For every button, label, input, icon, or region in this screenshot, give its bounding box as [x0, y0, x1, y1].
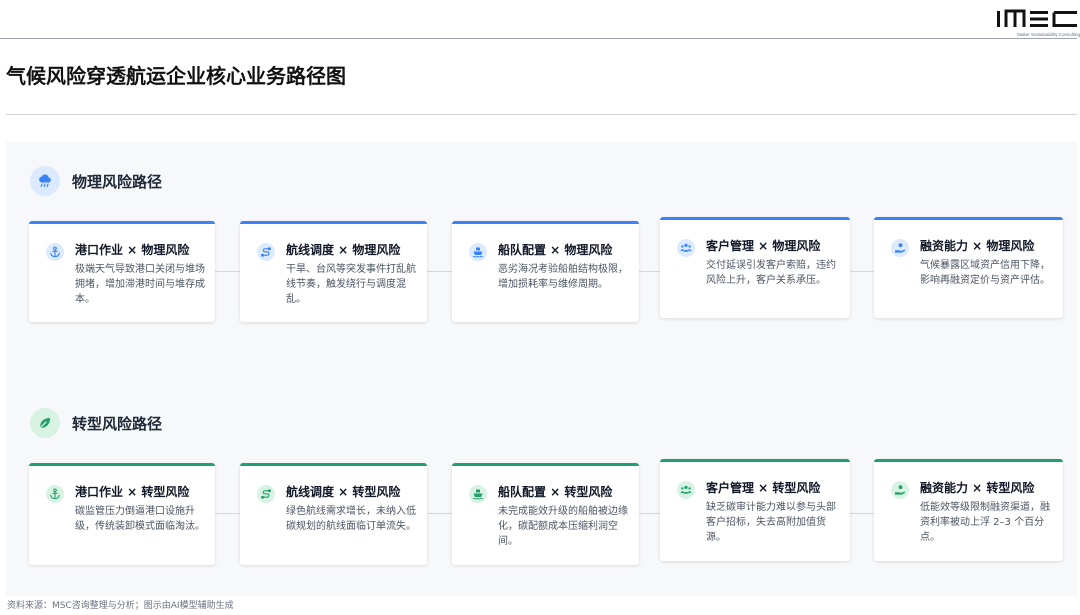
hand-coin-icon: [891, 239, 909, 257]
risk-path-card: 融资能力 × 转型风险低能效等级限制融资渠道，融资利率被动上浮 2–3 个百分点…: [874, 459, 1063, 561]
anchor-icon: [46, 485, 64, 503]
logo-tagline: Maker Sustainability Consulting: [1017, 32, 1080, 37]
title-divider: [6, 114, 1077, 115]
risk-path-card: 客户管理 × 转型风险缺乏碳审计能力难以参与头部客户招标，失去高附加值货源。: [660, 459, 850, 561]
card-accent-bar: [874, 459, 1063, 462]
page-title: 气候风险穿透航运企业核心业务路径图: [6, 64, 346, 88]
card-description: 干旱、台风等突发事件打乱航线节奏，触发绕行与调度混乱。: [286, 264, 416, 305]
card-description: 绿色航线需求增长，未纳入低碳规划的航线面临订单流失。: [286, 506, 416, 532]
card-accent-bar: [660, 217, 850, 220]
logo-wordmark: [997, 9, 1077, 27]
card-description: 交付延误引发客户索赔，违约风险上升，客户关系承压。: [706, 260, 836, 286]
card-description: 缺乏碳审计能力难以参与头部客户招标，失去高附加值货源。: [706, 502, 836, 543]
route-icon: [257, 243, 275, 261]
flow-connector: [215, 271, 240, 272]
section-title: 物理风险路径: [72, 172, 163, 191]
card-title: 客户管理 × 物理风险: [706, 239, 821, 253]
header-divider: [0, 38, 1077, 39]
source-note: 资料来源：MSC咨询整理与分析；图示由AI模型辅助生成: [7, 601, 234, 611]
card-title: 港口作业 × 物理风险: [75, 243, 190, 257]
route-icon: [257, 485, 275, 503]
card-title: 航线调度 × 转型风险: [286, 485, 401, 499]
risk-path-card: 船队配置 × 物理风险恶劣海况考验船舶结构极限，增加损耗率与维修周期。: [452, 221, 639, 322]
flow-connector: [427, 271, 452, 272]
card-title: 航线调度 × 物理风险: [286, 243, 401, 257]
section-header-transition: 转型风险路径: [30, 407, 162, 439]
msc-logo: Maker Sustainability Consulting: [982, 5, 1080, 37]
card-title: 客户管理 × 转型风险: [706, 481, 821, 495]
card-description: 极端天气导致港口关闭与堆场拥堵，增加滞港时间与堆存成本。: [75, 264, 205, 305]
card-accent-bar: [240, 463, 427, 466]
anchor-icon: [46, 243, 64, 261]
users-icon: [677, 239, 695, 257]
card-title: 融资能力 × 物理风险: [920, 239, 1035, 253]
section-header-physical: 物理风险路径: [30, 165, 162, 197]
flow-connector: [850, 271, 874, 272]
ship-icon: [469, 243, 487, 261]
card-title: 港口作业 × 转型风险: [75, 485, 190, 499]
card-title: 融资能力 × 转型风险: [920, 481, 1035, 495]
card-accent-bar: [29, 221, 215, 224]
risk-path-card: 融资能力 × 物理风险气候暴露区域资产信用下降，影响再融资定价与资产评估。: [874, 217, 1063, 318]
risk-path-card: 船队配置 × 转型风险未完成能效升级的船舶被边缘化，碳配额成本压缩利润空间。: [452, 463, 639, 565]
hand-coin-icon: [891, 481, 909, 499]
card-description: 恶劣海况考验船舶结构极限，增加损耗率与维修周期。: [498, 264, 628, 290]
leaf-icon: [30, 408, 60, 438]
card-title: 船队配置 × 转型风险: [498, 485, 613, 499]
risk-path-card: 航线调度 × 物理风险干旱、台风等突发事件打乱航线节奏，触发绕行与调度混乱。: [240, 221, 427, 322]
risk-path-card: 客户管理 × 物理风险交付延误引发客户索赔，违约风险上升，客户关系承压。: [660, 217, 850, 318]
card-accent-bar: [240, 221, 427, 224]
card-description: 未完成能效升级的船舶被边缘化，碳配额成本压缩利润空间。: [498, 506, 628, 547]
flow-connector: [215, 513, 240, 514]
flow-connector: [427, 513, 452, 514]
risk-path-card: 港口作业 × 转型风险碳监管压力倒逼港口设施升级，传统装卸模式面临淘汰。: [29, 463, 215, 565]
risk-path-card: 航线调度 × 转型风险绿色航线需求增长，未纳入低碳规划的航线面临订单流失。: [240, 463, 427, 565]
card-title: 船队配置 × 物理风险: [498, 243, 613, 257]
card-description: 气候暴露区域资产信用下降，影响再融资定价与资产评估。: [920, 260, 1050, 286]
card-accent-bar: [660, 459, 850, 462]
section-title: 转型风险路径: [72, 414, 163, 433]
card-accent-bar: [452, 463, 639, 466]
flow-connector: [850, 513, 874, 514]
rain-cloud-icon: [30, 166, 60, 196]
flow-connector: [639, 513, 660, 514]
card-accent-bar: [452, 221, 639, 224]
risk-path-card: 港口作业 × 物理风险极端天气导致港口关闭与堆场拥堵，增加滞港时间与堆存成本。: [29, 221, 215, 322]
users-icon: [677, 481, 695, 499]
card-description: 低能效等级限制融资渠道，融资利率被动上浮 2–3 个百分点。: [920, 502, 1050, 543]
card-accent-bar: [874, 217, 1063, 220]
flow-connector: [639, 271, 660, 272]
card-accent-bar: [29, 463, 215, 466]
ship-icon: [469, 485, 487, 503]
card-description: 碳监管压力倒逼港口设施升级，传统装卸模式面临淘汰。: [75, 506, 205, 532]
